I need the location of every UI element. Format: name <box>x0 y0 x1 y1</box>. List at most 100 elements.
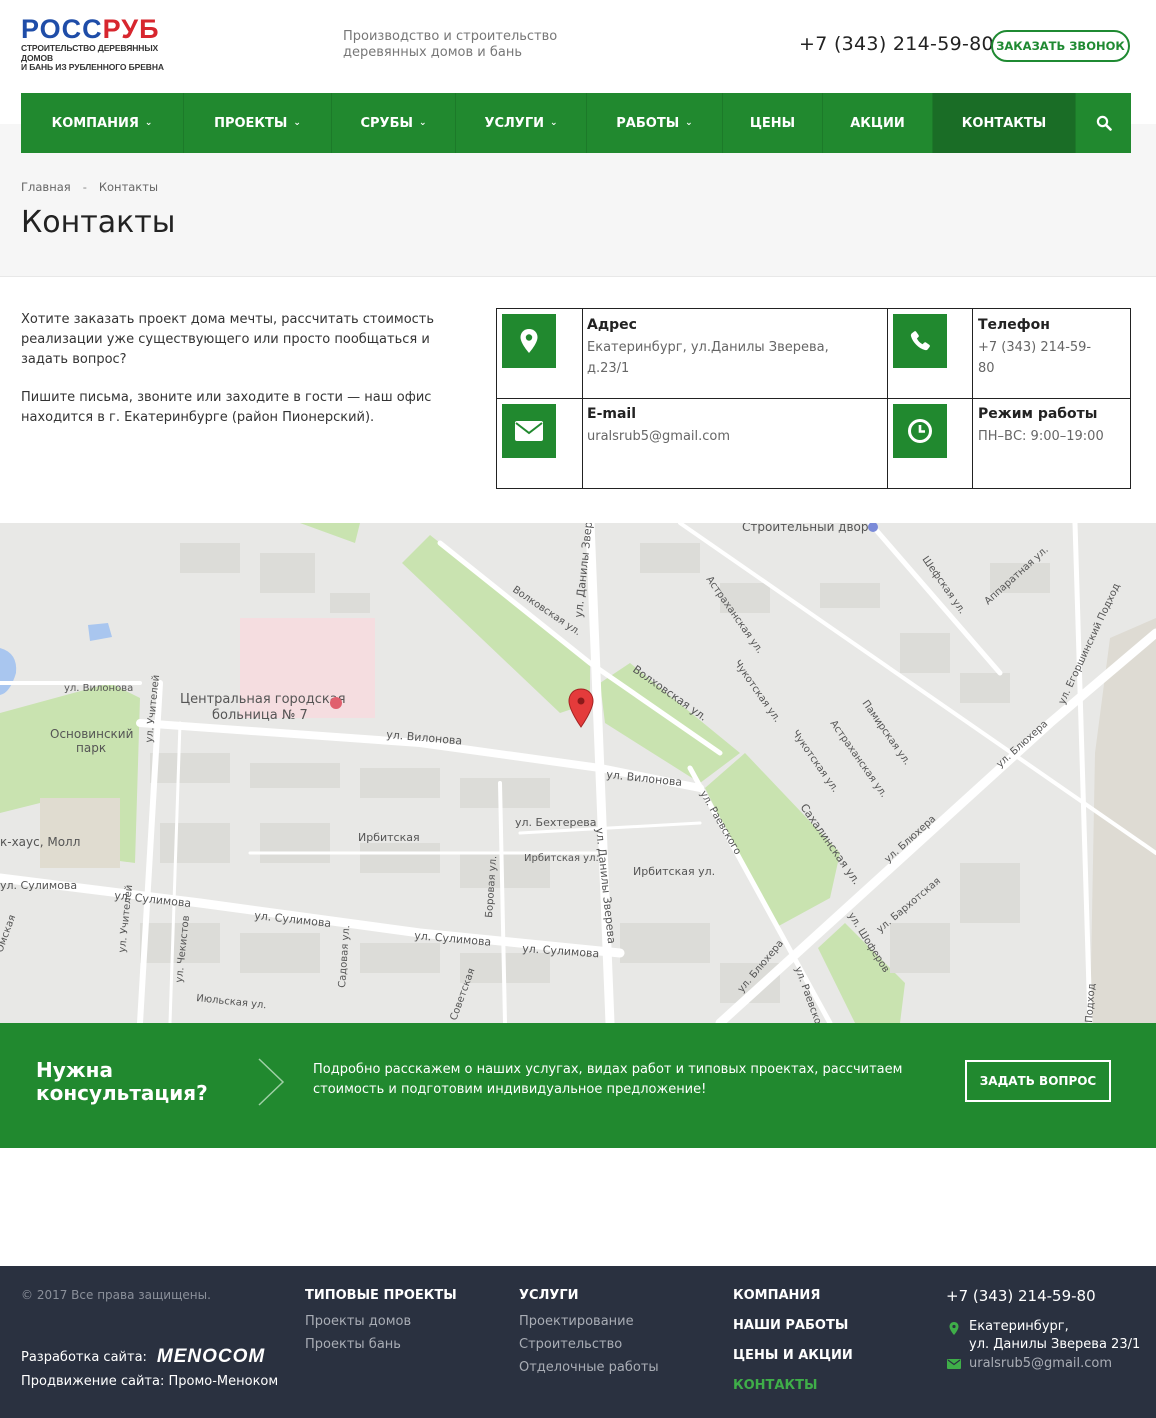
footer-developer: Разработка сайта: MENOCOM <box>21 1346 265 1368</box>
email-value[interactable]: uralsrub5@gmail.com <box>587 426 730 447</box>
chevron-right-icon <box>258 1058 285 1106</box>
email-icon-box <box>502 404 556 458</box>
consultation-banner: Нужна консультация? Подробно расскажем о… <box>0 1023 1156 1148</box>
footer-link[interactable]: Проекты домов <box>305 1314 411 1329</box>
footer-link-contacts[interactable]: КОНТАКТЫ <box>733 1378 817 1393</box>
footer-link-prices[interactable]: ЦЕНЫ И АКЦИИ <box>733 1348 853 1363</box>
nav-label: СРУБЫ <box>360 115 413 131</box>
footer-promo[interactable]: Продвижение сайта: Промо-Меноком <box>21 1374 278 1389</box>
map-canvas: Строительный двор Центральная городская … <box>0 523 1156 1023</box>
map-label: парк <box>76 741 106 755</box>
search-icon <box>1096 115 1112 131</box>
phone-icon <box>910 331 930 351</box>
footer-address-line-2: ул. Данилы Зверева 23/1 <box>969 1337 1141 1352</box>
breadcrumb-current: Контакты <box>98 180 159 194</box>
nav-label: КОНТАКТЫ <box>961 115 1047 131</box>
nav-item-promos[interactable]: АКЦИИ <box>823 93 933 153</box>
nav-item-services[interactable]: УСЛУГИ ⌄ <box>456 93 587 153</box>
map-label: Ирбитская ул. <box>524 853 599 864</box>
intro-paragraph-2: Пишите письма, звоните или заходите в го… <box>21 390 432 425</box>
address-icon-box <box>502 314 556 368</box>
nav-item-srubs[interactable]: СРУБЫ ⌄ <box>332 93 456 153</box>
nav-item-projects[interactable]: ПРОЕКТЫ ⌄ <box>184 93 332 153</box>
logo-title: РОССРУБ <box>21 14 160 44</box>
hospital-pin-icon <box>330 697 342 709</box>
cta-text: Подробно расскажем о наших услугах, вида… <box>313 1062 903 1097</box>
footer-heading-services[interactable]: УСЛУГИ <box>519 1288 579 1303</box>
map-label: Ирбитская <box>358 831 420 844</box>
phone-label: Телефон <box>978 317 1050 333</box>
nav-item-contacts[interactable]: КОНТАКТЫ <box>933 93 1076 153</box>
hours-label: Режим работы <box>978 406 1098 422</box>
nav-label: УСЛУГИ <box>484 115 544 131</box>
header-phone[interactable]: +7 (343) 214-59-80 <box>799 33 994 55</box>
nav-label: АКЦИИ <box>850 115 905 131</box>
tagline-line-1: Производство и строительство <box>343 29 558 44</box>
map-label: ул. Бехтерева <box>515 816 597 829</box>
footer-link[interactable]: Проектирование <box>519 1314 634 1329</box>
envelope-icon <box>947 1359 961 1369</box>
logo-subtitle-1: СТРОИТЕЛЬСТВО ДЕРЕВЯННЫХ ДОМОВ <box>21 43 159 63</box>
map-label: ул. Вилонова <box>64 683 133 694</box>
footer-link-company[interactable]: КОМПАНИЯ <box>733 1288 820 1303</box>
nav-item-company[interactable]: КОМПАНИЯ ⌄ <box>21 93 184 153</box>
email-label: E-mail <box>587 406 637 422</box>
map-label: Строительный двор <box>742 523 869 534</box>
clock-icon <box>908 419 932 443</box>
ask-question-button[interactable]: ЗАДАТЬ ВОПРОС <box>965 1060 1111 1102</box>
location-map[interactable]: Строительный двор Центральная городская … <box>0 523 1156 1023</box>
footer-heading-projects[interactable]: ТИПОВЫЕ ПРОЕКТЫ <box>305 1288 457 1303</box>
footer-link-works[interactable]: НАШИ РАБОТЫ <box>733 1318 848 1333</box>
address-label: Адрес <box>587 317 637 333</box>
envelope-icon <box>515 421 543 441</box>
footer-email[interactable]: uralsrub5@gmail.com <box>969 1356 1112 1371</box>
footer-dev-label: Разработка сайта: <box>21 1349 147 1365</box>
intro-text: Хотите заказать проект дома мечты, рассч… <box>21 310 466 446</box>
map-label: к-хаус, Молл <box>0 835 80 849</box>
header-tagline: Производство и строительство деревянных … <box>343 29 557 61</box>
map-label: Центральная городская <box>180 692 346 707</box>
contact-info-grid: Адрес Екатеринбург, ул.Данилы Зверева, д… <box>496 308 1131 489</box>
cta-title: Нужна консультация? <box>36 1059 208 1105</box>
footer-phone[interactable]: +7 (343) 214-59-80 <box>946 1287 1096 1305</box>
address-value-1: Екатеринбург, ул.Данилы Зверева, <box>587 340 829 355</box>
map-label: ул. Сулимова <box>0 879 77 892</box>
nav-item-prices[interactable]: ЦЕНЫ <box>723 93 823 153</box>
footer-address: Екатеринбург, ул. Данилы Зверева 23/1 <box>969 1318 1140 1354</box>
nav-search-button[interactable] <box>1076 93 1131 153</box>
chevron-down-icon: ⌄ <box>685 118 693 128</box>
order-call-button[interactable]: ЗАКАЗАТЬ ЗВОНОК <box>991 30 1130 62</box>
site-logo[interactable]: РОССРУБ СТРОИТЕЛЬСТВО ДЕРЕВЯННЫХ ДОМОВ И… <box>21 14 186 72</box>
site-footer: © 2017 Все права защищены. Разработка са… <box>0 1266 1156 1418</box>
footer-copyright: © 2017 Все права защищены. <box>21 1288 211 1302</box>
map-label: больница № 7 <box>212 708 308 723</box>
map-marker-icon <box>520 329 538 353</box>
map-label: Основинский <box>50 727 133 741</box>
hours-value: ПН–ВС: 9:00–19:00 <box>978 429 1104 444</box>
footer-link[interactable]: Проекты бань <box>305 1337 401 1352</box>
map-marker-icon <box>949 1322 959 1335</box>
cta-title-line-2: консультация? <box>36 1081 208 1105</box>
chevron-down-icon: ⌄ <box>550 118 558 128</box>
nav-label: ЦЕНЫ <box>749 115 796 131</box>
address-value-2: д.23/1 <box>587 361 630 376</box>
phone-icon-box <box>893 314 947 368</box>
map-label: Ирбитская ул. <box>633 865 715 878</box>
grid-divider <box>497 398 1130 399</box>
cta-title-line-1: Нужна <box>36 1058 113 1082</box>
nav-label: РАБОТЫ <box>616 115 680 131</box>
menocom-logo[interactable]: MENOCOM <box>157 1346 265 1368</box>
logo-subtitle-2: И БАНЬ ИЗ РУБЛЕННОГО БРЕВНА <box>21 62 164 72</box>
nav-label: ПРОЕКТЫ <box>214 115 288 131</box>
footer-link[interactable]: Отделочные работы <box>519 1360 659 1375</box>
footer-link[interactable]: Строительство <box>519 1337 622 1352</box>
hours-icon-box <box>893 404 947 458</box>
chevron-down-icon: ⌄ <box>144 118 153 128</box>
nav-item-works[interactable]: РАБОТЫ ⌄ <box>587 93 723 153</box>
phone-value-1[interactable]: +7 (343) 214-59- <box>978 337 1091 358</box>
breadcrumb: Главная - Контакты <box>21 180 158 194</box>
chevron-down-icon: ⌄ <box>418 118 427 128</box>
breadcrumb-home-link[interactable]: Главная <box>21 180 71 194</box>
footer-address-line-1: Екатеринбург, <box>969 1319 1069 1334</box>
phone-value-2[interactable]: 80 <box>978 358 995 379</box>
